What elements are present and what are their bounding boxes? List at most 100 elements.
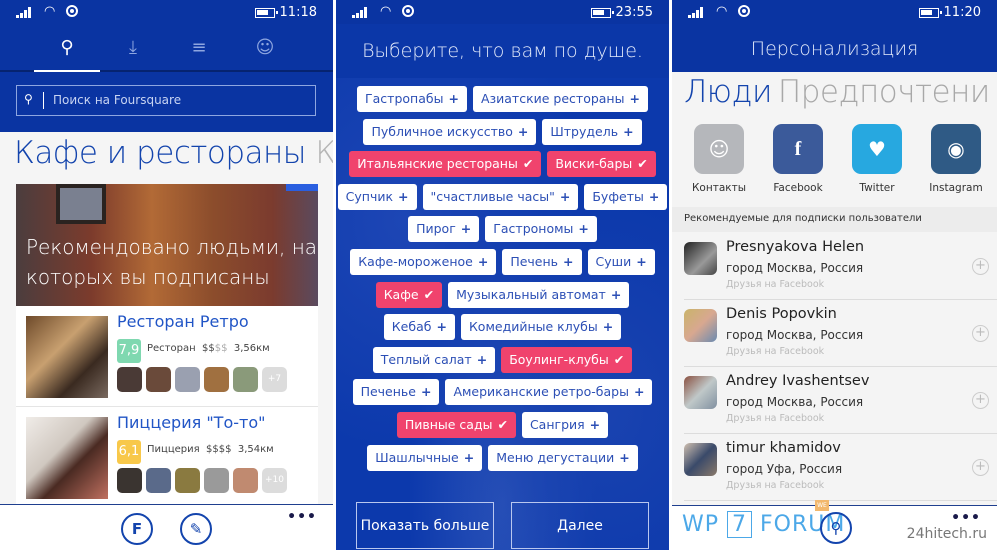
taste-chip[interactable]: Азиатские рестораны + xyxy=(472,86,648,112)
search-input[interactable]: ⚲ Поиск на Foursquare xyxy=(16,85,316,116)
chip-label: "счастливые часы" xyxy=(430,188,555,204)
tab-bar: ⚲ ⤓ ≡ ☺ xyxy=(0,34,333,64)
venue-item[interactable]: Пиццерия "То-то" 6,1 Пиццерия $$$$ 3,54к… xyxy=(16,406,318,506)
taste-chip[interactable]: Штрудель + xyxy=(542,118,642,145)
taste-chip[interactable]: Супчик + xyxy=(337,183,417,210)
show-more-button[interactable]: Показать больше xyxy=(356,502,494,549)
chip-row: Кафе ✔ Музыкальный автомат + xyxy=(344,281,661,308)
search-icon[interactable]: ⚲ xyxy=(34,34,100,64)
status-bar: ◠ 23:55 xyxy=(336,0,669,24)
person-item[interactable]: Denis Popovkin город Москва, Россия Друз… xyxy=(684,300,997,367)
person-item[interactable]: Presnyakova Helen город Москва, Россия Д… xyxy=(684,233,997,300)
avatar xyxy=(684,376,717,409)
pivot-item-people[interactable]: Люди xyxy=(684,74,772,110)
profile-icon[interactable]: ☺ xyxy=(232,34,298,64)
download-icon[interactable]: ⤓ xyxy=(100,34,166,64)
person-item[interactable]: timur khamidov город Уфа, Россия Друзья … xyxy=(684,434,997,501)
avatar[interactable] xyxy=(233,468,258,493)
follow-button[interactable]: + xyxy=(972,459,989,476)
taste-chip[interactable]: Гастрономы + xyxy=(485,216,597,243)
avatar[interactable] xyxy=(146,468,171,493)
avatar[interactable] xyxy=(233,367,258,392)
more-menu-button[interactable]: ••• xyxy=(287,509,317,525)
taste-chip-selected[interactable]: Итальянские рестораны ✔ xyxy=(349,151,542,178)
taste-chip[interactable]: Шашлычные + xyxy=(367,444,483,471)
follow-button[interactable]: + xyxy=(972,325,989,342)
taste-chip[interactable]: Пирог + xyxy=(408,216,480,243)
more-menu-button[interactable]: ••• xyxy=(951,510,981,526)
source-twitter-button[interactable]: ♥ Twitter xyxy=(838,124,916,194)
venue-item[interactable]: Ресторан Ретро 7,9 Ресторан $$$$ 3,56км … xyxy=(16,306,318,406)
taste-chip-selected[interactable]: Виски-бары ✔ xyxy=(547,151,656,178)
taste-chip[interactable]: Американские ретро-бары + xyxy=(445,379,653,406)
venue-price: $$$$ xyxy=(206,444,232,455)
chip-label: Итальянские рестораны xyxy=(357,156,518,172)
taste-chip[interactable]: Буфеты + xyxy=(584,183,668,210)
follow-button[interactable]: + xyxy=(972,392,989,409)
taste-chip[interactable]: Публичное искусство + xyxy=(363,118,537,145)
taste-chip[interactable]: Гастропабы + xyxy=(357,86,467,112)
pivot-item-preferences[interactable]: Предпочтени xyxy=(778,74,990,110)
hero-badge xyxy=(286,184,318,191)
search-people-button[interactable]: ⚲ xyxy=(820,512,852,544)
chip-label: Сангрия xyxy=(529,416,585,432)
source-instagram-button[interactable]: ◉ Instagram xyxy=(917,124,995,194)
avatar xyxy=(684,309,717,342)
avatar[interactable] xyxy=(175,468,200,493)
taste-chip-selected[interactable]: Кафе ✔ xyxy=(375,281,443,308)
taste-chip[interactable]: Кебаб + xyxy=(383,314,455,341)
chip-label: Музыкальный автомат xyxy=(456,286,606,302)
pivot-header: Люди Предпочтени xyxy=(684,74,990,110)
foursquare-checkin-button[interactable]: F xyxy=(121,513,153,545)
person-source: Друзья на Facebook xyxy=(726,413,825,424)
avatar[interactable] xyxy=(204,468,229,493)
venue-name[interactable]: Пиццерия "То-то" xyxy=(117,413,265,432)
taste-chip[interactable]: Суши + xyxy=(587,248,655,275)
source-facebook-button[interactable]: f Facebook xyxy=(759,124,837,194)
chip-label: Публичное искусство xyxy=(371,123,513,139)
recommended-hero-card[interactable]: Рекомендовано людьми, на которых вы подп… xyxy=(16,184,318,306)
more-friends-badge[interactable]: +7 xyxy=(262,367,287,392)
chip-row: Шашлычные + Меню дегустации + xyxy=(344,444,661,471)
taste-chip[interactable]: Печенье + xyxy=(352,379,440,406)
taste-chip[interactable]: Меню дегустации + xyxy=(488,444,638,471)
taste-chip[interactable]: Печень + xyxy=(502,248,582,275)
taste-chip[interactable]: Кафе-мороженое + xyxy=(350,248,497,275)
avatar[interactable] xyxy=(204,367,229,392)
page-header: Персонализация xyxy=(672,24,997,72)
venue-name[interactable]: Ресторан Ретро xyxy=(117,312,249,331)
avatar[interactable] xyxy=(146,367,171,392)
person-source: Друзья на Facebook xyxy=(726,480,825,491)
plus-icon: + xyxy=(623,123,634,139)
checkmark-icon: ✔ xyxy=(522,156,534,172)
taste-chip[interactable]: Музыкальный автомат + xyxy=(448,281,630,308)
taste-chip-selected[interactable]: Боулинг-клубы ✔ xyxy=(501,346,633,373)
venue-price-dim: $$ xyxy=(214,343,228,354)
venue-score: 6,1 xyxy=(117,440,141,464)
chip-label: Теплый салат xyxy=(380,351,472,367)
plus-icon: + xyxy=(636,253,647,269)
taste-chip[interactable]: Сангрия + xyxy=(521,411,609,438)
avatar[interactable] xyxy=(117,468,142,493)
plus-icon: + xyxy=(648,188,660,204)
signal-icon xyxy=(688,7,706,18)
taste-chip[interactable]: "счастливые часы" + xyxy=(422,183,579,210)
taste-chip-selected[interactable]: Пивные сады ✔ xyxy=(396,411,516,438)
source-contacts-button[interactable]: ☺ Контакты xyxy=(680,124,758,194)
person-item[interactable]: Andrey Ivashentsev город Москва, Россия … xyxy=(684,367,997,434)
status-bar: ◠ 11:20 xyxy=(672,0,997,24)
section-title-next[interactable]: К xyxy=(315,135,333,171)
more-friends-badge[interactable]: +10 xyxy=(262,468,287,493)
next-button[interactable]: Далее xyxy=(511,502,649,549)
write-tip-button[interactable]: ✎ xyxy=(180,513,212,545)
follow-button[interactable]: + xyxy=(972,258,989,275)
chip-label: Супчик xyxy=(345,188,394,204)
plus-icon: + xyxy=(602,319,614,335)
search-placeholder: Поиск на Foursquare xyxy=(53,93,182,107)
avatar[interactable] xyxy=(175,367,200,392)
taste-chip[interactable]: Комедийные клубы + xyxy=(460,314,622,341)
lists-icon[interactable]: ≡ xyxy=(166,34,232,64)
taste-chip[interactable]: Теплый салат + xyxy=(372,346,496,373)
avatar[interactable] xyxy=(117,367,142,392)
chip-label: Азиатские рестораны xyxy=(480,91,625,106)
